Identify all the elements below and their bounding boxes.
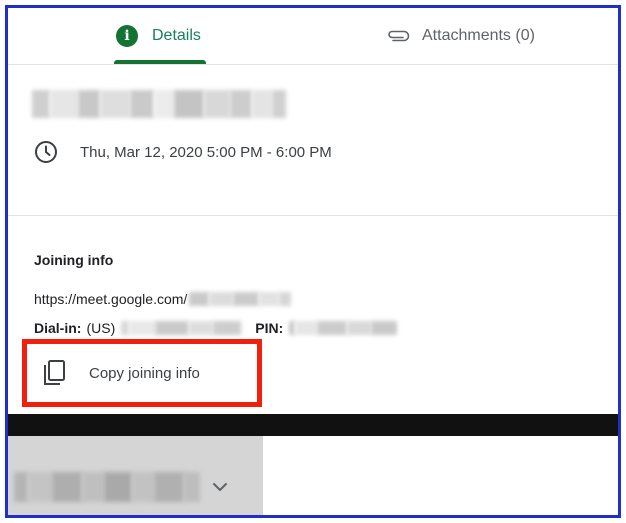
event-details-card: i Details Attachments (0) Thu, Mar 12, 2…: [8, 8, 618, 417]
copy-icon: [44, 360, 65, 385]
joining-info-heading: Joining info: [34, 252, 114, 268]
info-icon: i: [116, 25, 138, 47]
tab-attachments[interactable]: Attachments (0): [386, 8, 535, 64]
dial-in-label: Dial-in:: [34, 320, 82, 336]
meet-link[interactable]: https://meet.google.com/: [34, 291, 187, 307]
active-tab-indicator: [114, 60, 206, 64]
tab-details[interactable]: i Details: [116, 8, 201, 64]
dial-in-region: (US): [86, 320, 116, 336]
tab-attachments-label: Attachments (0): [422, 27, 535, 44]
background-band: [8, 414, 618, 436]
screenshot-frame: i Details Attachments (0) Thu, Mar 12, 2…: [5, 5, 621, 518]
pin-redacted: [289, 321, 398, 335]
dial-in-row: Dial-in: (US) PIN:: [34, 318, 398, 338]
paperclip-icon: [386, 29, 410, 43]
dial-in-number-redacted: [121, 321, 242, 335]
calendar-selector-panel[interactable]: [8, 436, 263, 515]
chevron-down-icon[interactable]: [210, 480, 230, 494]
event-title-redacted: [32, 90, 286, 118]
meet-code-redacted: [189, 292, 292, 306]
meet-link-row: https://meet.google.com/: [34, 289, 292, 309]
copy-joining-info-label: Copy joining info: [89, 364, 200, 382]
tab-bar: i Details Attachments (0): [8, 8, 618, 65]
copy-joining-info-button[interactable]: Copy joining info: [22, 339, 262, 407]
clock-icon: [35, 141, 57, 163]
tab-details-label: Details: [152, 27, 201, 44]
pin-label: PIN:: [255, 320, 284, 336]
calendar-name-redacted: [14, 472, 200, 502]
event-time-row: Thu, Mar 12, 2020 5:00 PM - 6:00 PM: [34, 140, 332, 164]
event-datetime: Thu, Mar 12, 2020 5:00 PM - 6:00 PM: [80, 143, 332, 161]
section-divider: [8, 215, 618, 216]
